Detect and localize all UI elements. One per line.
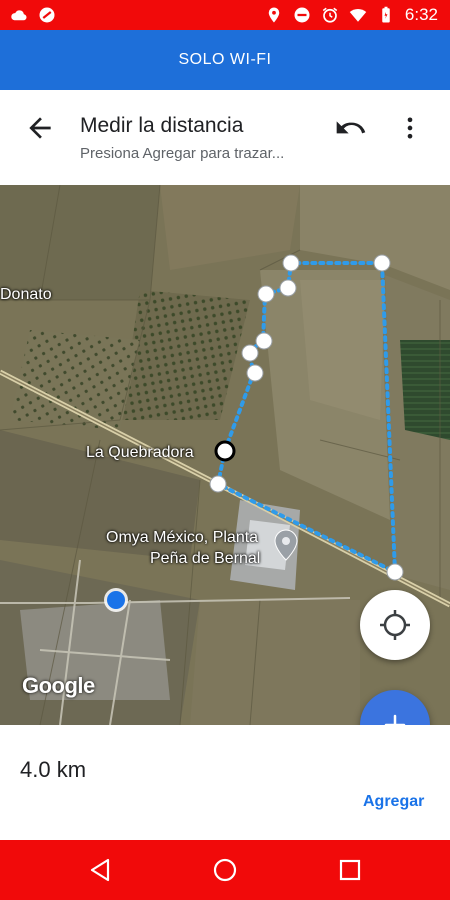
map-label-omya-line2: Peña de Bernal [150, 550, 261, 567]
home-circle-icon[interactable] [209, 854, 241, 886]
google-logo: Google [22, 673, 95, 698]
distance-panel: 4.0 km Agregar [0, 725, 450, 840]
wifi-only-text: SOLO WI-FI [178, 51, 272, 68]
vertex-point[interactable] [241, 344, 259, 362]
my-location-dot [107, 591, 125, 609]
recents-square-icon[interactable] [334, 854, 366, 886]
more-vert-icon[interactable] [396, 112, 424, 144]
do-not-disturb-icon [294, 7, 310, 23]
vertex-point[interactable] [386, 563, 404, 581]
active-vertex-point[interactable] [214, 440, 236, 462]
map-label-la-quebradora: La Quebradora [86, 444, 194, 461]
no-entry-icon [39, 7, 55, 23]
vertex-point[interactable] [246, 364, 264, 382]
vertex-point[interactable] [373, 254, 391, 272]
add-button[interactable]: Agregar [363, 793, 424, 811]
vertex-point[interactable] [255, 332, 273, 350]
total-distance: 4.0 km [20, 757, 87, 782]
arrow-back-icon[interactable] [24, 112, 56, 144]
undo-icon[interactable] [334, 112, 366, 144]
cloud-icon [11, 10, 27, 21]
back-triangle-icon[interactable] [84, 854, 116, 886]
measure-header: Medir la distancia Presiona Agregar para… [0, 90, 450, 185]
vertex-point[interactable] [282, 254, 300, 272]
vertex-point[interactable] [257, 285, 275, 303]
alarm-icon [322, 7, 338, 23]
location-pin-icon [268, 7, 280, 23]
map-label-omya-line1: Omya México, Planta [106, 529, 259, 546]
my-location-button[interactable] [360, 590, 430, 660]
wifi-icon [349, 8, 367, 22]
status-time: 6:32 [404, 5, 438, 24]
page-title: Medir la distancia [80, 114, 244, 137]
system-nav-bar [0, 840, 450, 900]
battery-icon [382, 6, 390, 23]
status-bar: 6:32 [0, 0, 450, 30]
wifi-only-banner: SOLO WI-FI [0, 30, 450, 90]
page-subtitle: Presiona Agregar para trazar... [80, 145, 285, 162]
vertex-point[interactable] [279, 279, 297, 297]
crosshair-icon [380, 610, 410, 640]
vertex-point[interactable] [209, 475, 227, 493]
map-label-donato: Donato [0, 286, 52, 303]
